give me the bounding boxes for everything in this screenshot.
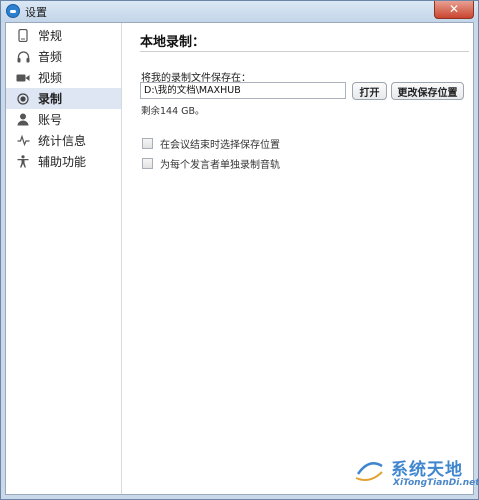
watermark-logo-icon: [352, 454, 386, 488]
settings-content: 常规 音频 视频 录制 账号 统计信息 辅助功能 本地录制： 将我的录制文件保存…: [5, 22, 474, 495]
sidebar-item-recording[interactable]: 录制: [6, 88, 121, 109]
record-icon: [16, 92, 30, 106]
sidebar-item-label: 统计信息: [38, 134, 87, 148]
recording-settings-panel: 本地录制： 将我的录制文件保存在： D:\我的文档\MAXHUB 打开 更改保存…: [123, 23, 473, 494]
watermark-text: 系统天地: [391, 460, 463, 480]
title-bar[interactable]: 设置 ✕: [1, 1, 478, 22]
sidebar-item-audio[interactable]: 音频: [6, 46, 121, 67]
sidebar-item-statistics[interactable]: 统计信息: [6, 130, 121, 151]
sidebar-item-video[interactable]: 视频: [6, 67, 121, 88]
sidebar-item-label: 音频: [38, 50, 63, 64]
sidebar-item-label: 录制: [38, 92, 63, 106]
sidebar-item-accessibility[interactable]: 辅助功能: [6, 151, 121, 172]
choose-location-checkbox[interactable]: [142, 138, 153, 149]
close-button[interactable]: ✕: [434, 1, 474, 19]
pulse-icon: [16, 134, 30, 148]
section-divider: [140, 51, 469, 52]
separate-tracks-checkbox[interactable]: [142, 158, 153, 169]
open-folder-button[interactable]: 打开: [352, 82, 387, 100]
sidebar-item-account[interactable]: 账号: [6, 109, 121, 130]
user-icon: [16, 113, 30, 127]
separate-tracks-option[interactable]: 为每个发言者单独录制音轨: [142, 156, 280, 171]
sidebar-item-label: 常规: [38, 29, 63, 43]
video-camera-icon: [16, 71, 30, 85]
remaining-space: 剩余144 GB。: [141, 106, 205, 117]
phone-icon: [16, 29, 30, 43]
change-location-button[interactable]: 更改保存位置: [391, 82, 464, 100]
window-title: 设置: [25, 6, 47, 19]
sidebar-item-label: 视频: [38, 71, 63, 85]
accessibility-icon: [16, 155, 30, 169]
headphones-icon: [16, 50, 30, 64]
app-logo-icon: [6, 4, 20, 18]
sidebar-item-label: 账号: [38, 113, 63, 127]
save-path-field[interactable]: D:\我的文档\MAXHUB: [140, 82, 346, 99]
watermark-subtext: XiTongTianDi.net: [393, 478, 479, 488]
checkbox-label: 在会议结束时选择保存位置: [160, 140, 280, 151]
sidebar-item-label: 辅助功能: [38, 155, 87, 169]
section-title: 本地录制：: [140, 35, 206, 50]
settings-window: 设置 ✕ 常规 音频 视频 录制 账号 统计信息 辅助功能 本地录制： 将我的录…: [0, 0, 479, 500]
checkbox-label: 为每个发言者单独录制音轨: [160, 160, 280, 171]
choose-location-option[interactable]: 在会议结束时选择保存位置: [142, 136, 280, 151]
sidebar: 常规 音频 视频 录制 账号 统计信息 辅助功能: [6, 23, 122, 494]
site-watermark: 系统天地 XiTongTianDi.net: [340, 448, 479, 498]
sidebar-item-general[interactable]: 常规: [6, 25, 121, 46]
